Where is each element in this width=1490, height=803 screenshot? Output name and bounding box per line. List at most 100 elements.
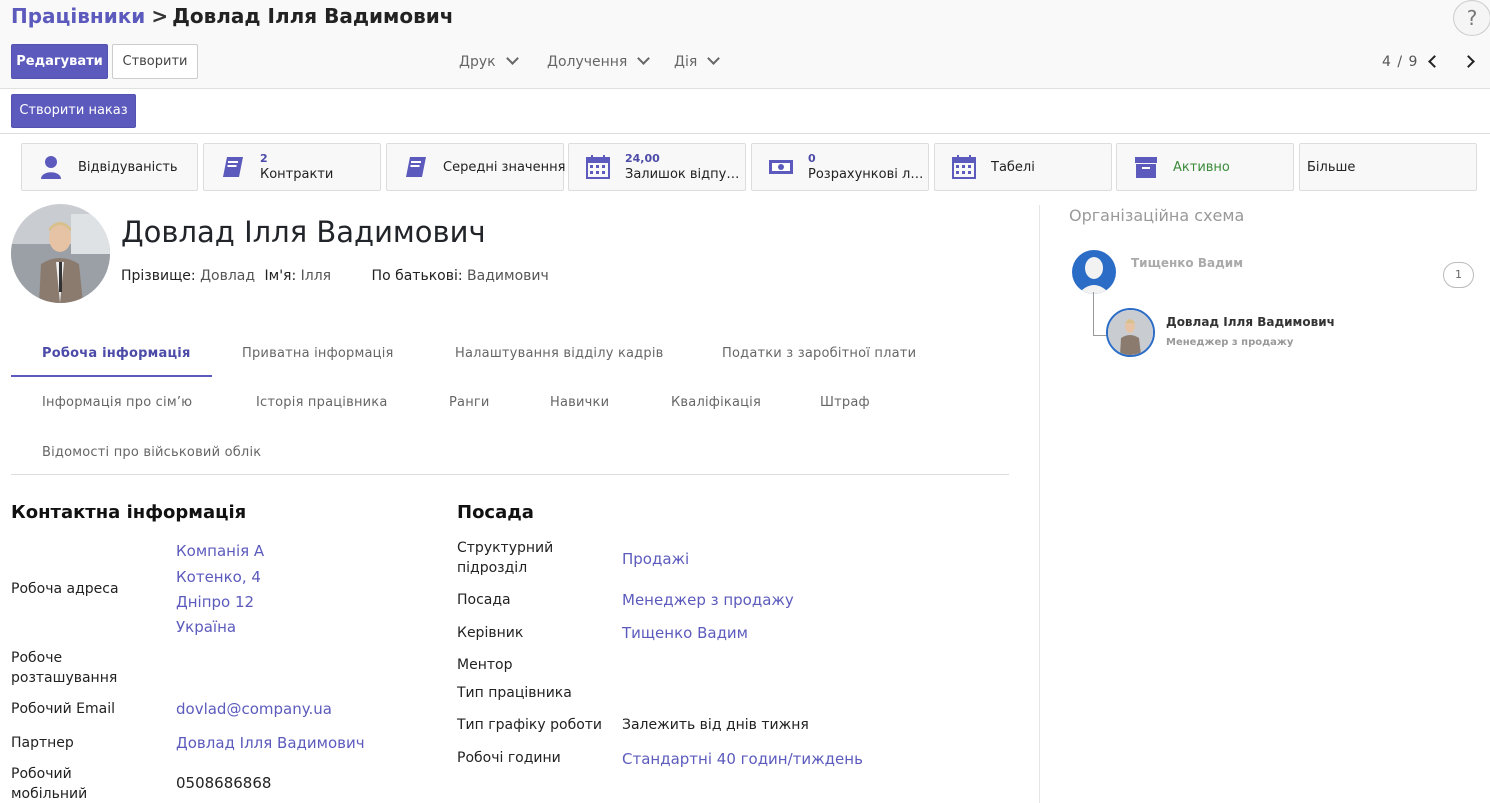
smart-button-label: Розрахункові ли… — [808, 167, 928, 182]
sidebar-divider — [1039, 205, 1040, 803]
smart-button-count: 2 — [260, 152, 268, 165]
tabs-divider — [11, 474, 1009, 475]
tab-skills[interactable]: Навички — [550, 395, 609, 410]
print-dropdown[interactable]: Друк — [459, 52, 519, 70]
book-icon — [223, 157, 243, 177]
firstname-label: Ім'я: — [264, 268, 297, 284]
manager-label: Керівник — [457, 625, 524, 641]
smart-button-timesheets[interactable]: Табелі — [934, 143, 1112, 191]
surname-value[interactable]: Довлад — [200, 268, 255, 284]
firstname-value[interactable]: Ілля — [301, 268, 331, 284]
employee-name[interactable]: Довлад Ілля Вадимович — [121, 215, 486, 249]
work-location-label: Робоче розташування — [11, 650, 118, 686]
action-dropdown[interactable]: Дія — [674, 52, 721, 70]
org-connector — [1093, 292, 1094, 335]
department-value[interactable]: Продажі — [622, 549, 689, 569]
employee-avatar[interactable] — [11, 204, 110, 303]
tab-employee-history[interactable]: Історія працівника — [256, 395, 388, 410]
org-chart-title: Організаційна схема — [1069, 206, 1245, 225]
org-employee-avatar[interactable] — [1106, 308, 1155, 357]
book-icon — [406, 157, 426, 177]
tab-private-info[interactable]: Приватна інформація — [242, 346, 394, 361]
avatar-photo — [1108, 310, 1153, 355]
job-value[interactable]: Менеджер з продажу — [622, 590, 794, 610]
smart-button-label: Контракти — [260, 167, 334, 182]
smart-button-payslips[interactable]: 0 Розрахункові ли… — [751, 143, 929, 191]
manager-value[interactable]: Тищенко Вадим — [622, 623, 748, 643]
smart-button-label: Середні значення — [443, 160, 566, 175]
working-hours-value[interactable]: Стандартні 40 годин/тиждень — [622, 749, 863, 769]
tab-hr-settings[interactable]: Налаштування відділу кадрів — [455, 346, 664, 361]
calendar-icon — [586, 155, 610, 179]
org-manager-name[interactable]: Тищенко Вадим — [1131, 256, 1243, 270]
breadcrumb-separator: > — [151, 4, 169, 28]
position-section-title: Посада — [457, 502, 534, 523]
pager-previous-button[interactable] — [1425, 53, 1445, 71]
pager-next-button[interactable] — [1461, 53, 1481, 71]
mentor-label: Ментор — [457, 657, 513, 673]
work-address-label: Робоча адреса — [11, 581, 119, 597]
work-email-value[interactable]: dovlad@company.ua — [176, 699, 332, 719]
tab-ranks[interactable]: Ранги — [449, 395, 490, 410]
tab-work-info[interactable]: Робоча інформація — [42, 346, 191, 361]
money-icon — [769, 160, 793, 174]
work-address-line[interactable]: Котенко, 4 — [176, 567, 261, 587]
smart-button-label: Відвідуваність — [78, 160, 178, 175]
tab-qualification[interactable]: Кваліфікація — [671, 395, 761, 410]
smart-button-label: Активно — [1173, 160, 1230, 175]
org-employee-job: Менеджер з продажу — [1166, 337, 1294, 348]
create-button[interactable]: Створити — [112, 44, 198, 79]
schedule-type-label: Тип графіку роботи — [457, 717, 603, 733]
manager-avatar[interactable] — [1072, 250, 1116, 294]
org-manager-subordinates-count[interactable]: 1 — [1443, 262, 1474, 288]
schedule-type-value[interactable]: Залежить від днів тижня — [622, 715, 809, 735]
org-employee-name[interactable]: Довлад Ілля Вадимович — [1166, 315, 1335, 329]
work-address-line[interactable]: Компанія А — [176, 541, 264, 561]
smart-button-attendance[interactable]: Відвідуваність — [21, 143, 198, 191]
breadcrumb-employees-link[interactable]: Працівники — [11, 4, 145, 28]
help-button[interactable]: ? — [1453, 0, 1490, 36]
partner-label: Партнер — [11, 735, 74, 751]
attachment-dropdown[interactable]: Долучення — [547, 52, 651, 70]
pager-value[interactable]: 4 / 9 — [1382, 54, 1418, 70]
tab-military-records[interactable]: Відомості про військовий облік — [42, 445, 261, 460]
create-order-button[interactable]: Створити наказ — [11, 94, 136, 128]
smart-button-leave-balance[interactable]: 24,00 Залишок відпуст… — [568, 143, 746, 191]
smart-button-label: Табелі — [991, 160, 1035, 175]
control-panel: Працівники > Довлад Ілля Вадимович ? Редаг… — [0, 0, 1490, 89]
department-label: Структурний підрозділ — [457, 540, 554, 576]
form-statusbar: Створити наказ — [0, 89, 1490, 134]
chevron-down-icon — [707, 52, 721, 65]
attachment-label: Долучення — [547, 54, 628, 70]
smart-button-count: 0 — [808, 152, 816, 165]
user-placeholder-icon — [1078, 257, 1110, 294]
work-mobile-value[interactable]: 0508686868 — [176, 773, 271, 793]
chevron-down-icon — [505, 52, 519, 65]
employee-type-label: Тип працівника — [457, 685, 572, 701]
work-email-label: Робочий Email — [11, 701, 115, 717]
work-address-line[interactable]: Україна — [176, 617, 236, 637]
chevron-left-icon — [1428, 55, 1441, 68]
edit-button[interactable]: Редагувати — [11, 44, 108, 79]
working-hours-label: Робочі години — [457, 750, 561, 766]
work-address-line[interactable]: Дніпро 12 — [176, 592, 254, 612]
smart-button-count: 24,00 — [625, 152, 660, 165]
tab-penalty[interactable]: Штраф — [820, 395, 870, 410]
action-label: Дія — [674, 54, 698, 70]
smart-button-label: Більше — [1307, 160, 1356, 175]
chevron-down-icon — [637, 52, 651, 65]
smart-button-label: Залишок відпуст… — [625, 167, 745, 182]
tab-family-info[interactable]: Інформація про сім’ю — [42, 395, 192, 410]
patronymic-value[interactable]: Вадимович — [467, 268, 549, 284]
tab-payroll-taxes[interactable]: Податки з заробітної плати — [722, 346, 916, 361]
smart-button-active-toggle[interactable]: Активно — [1116, 143, 1294, 191]
smart-button-contracts[interactable]: 2 Контракти — [203, 143, 381, 191]
print-label: Друк — [459, 54, 496, 70]
archive-icon — [1135, 157, 1157, 178]
patronymic-label: По батькові: — [371, 268, 463, 284]
smart-button-more[interactable]: Більше — [1299, 143, 1477, 191]
calendar-icon — [952, 155, 976, 179]
smart-button-averages[interactable]: Середні значення — [386, 143, 566, 191]
partner-value[interactable]: Довлад Ілля Вадимович — [176, 733, 365, 753]
surname-label: Прізвище: — [121, 268, 196, 284]
